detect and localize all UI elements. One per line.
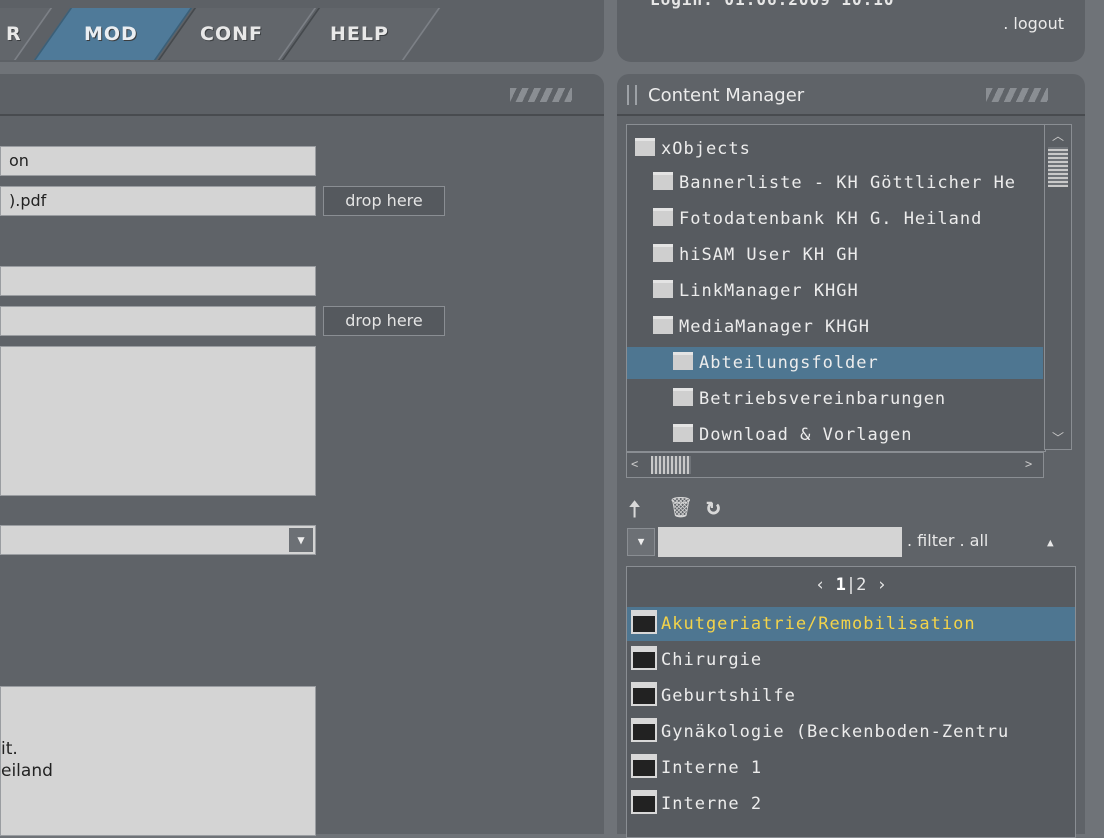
tree-item-selected[interactable]: Abteilungsfolder — [627, 347, 1043, 379]
upload-arrow-icon[interactable]: 🠅 — [628, 492, 641, 533]
textarea-2[interactable]: it. eiland — [0, 686, 316, 836]
cabinet-icon — [631, 790, 657, 814]
folder-icon — [653, 172, 673, 190]
tree-horizontal-scrollbar[interactable]: < > — [626, 452, 1044, 478]
textarea-1[interactable] — [0, 346, 316, 496]
list-item-selected[interactable]: Akutgeriatrie/Remobilisation — [627, 607, 1075, 641]
refresh-icon[interactable]: ↻ — [706, 492, 720, 520]
folder-icon — [673, 352, 693, 370]
filter-input[interactable] — [658, 527, 902, 557]
chevron-down-icon[interactable]: ▼ — [289, 528, 313, 552]
tree-item[interactable]: MediaManager KHGH — [653, 311, 1045, 343]
logout-link[interactable]: . logout — [1003, 14, 1064, 33]
folder-icon — [635, 138, 655, 156]
content-list: ‹ 1|2 › Akutgeriatrie/Remobilisation Chi… — [626, 566, 1076, 838]
tree-item[interactable]: Betriebsvereinbarungen — [673, 383, 1043, 415]
cabinet-icon — [631, 682, 657, 706]
drop-zone-1[interactable]: drop here — [323, 186, 445, 216]
trash-icon[interactable]: 🗑 — [668, 495, 693, 519]
scrollbar-thumb[interactable] — [651, 456, 691, 474]
text-field-1[interactable]: on — [0, 146, 316, 176]
folder-tree: xObjects Bannerliste - KH Göttlicher He … — [626, 124, 1046, 452]
list-item[interactable]: Geburtshilfe — [627, 679, 1075, 713]
tree-item[interactable]: Fotodatenbank KH G. Heiland — [653, 203, 1045, 235]
pager-next[interactable]: › — [877, 575, 887, 595]
drag-handle-icon[interactable] — [627, 85, 637, 105]
tab-help[interactable]: HELP — [330, 8, 389, 60]
folder-icon — [653, 316, 673, 334]
list-item[interactable]: Chirurgie — [627, 643, 1075, 677]
textarea-line-2: eiland — [1, 761, 53, 781]
dropdown-select[interactable]: ▼ — [0, 525, 316, 555]
folder-icon — [673, 424, 693, 442]
folder-icon — [653, 280, 673, 298]
list-item[interactable]: Interne 1 — [627, 751, 1075, 785]
tree-vertical-scrollbar[interactable]: ︿ ﹀ — [1044, 124, 1072, 450]
collapse-up-icon[interactable]: ▲ — [1047, 536, 1054, 549]
pager-page-2[interactable]: 2 — [856, 575, 866, 595]
tab-conf[interactable]: CONF — [200, 8, 263, 60]
file-field-2[interactable] — [0, 306, 316, 336]
scroll-up-icon[interactable]: ︿ — [1052, 127, 1064, 144]
textarea-line-1: it. — [1, 739, 18, 759]
tree-item-xobjects[interactable]: xObjects — [635, 133, 1035, 165]
folder-icon — [653, 208, 673, 226]
cabinet-icon — [631, 610, 657, 634]
list-item[interactable]: Interne 2 — [627, 787, 1075, 821]
folder-icon — [673, 388, 693, 406]
filter-links: . filter . all — [907, 531, 988, 550]
cabinet-icon — [631, 646, 657, 670]
panel-grip-stripes — [986, 88, 1048, 102]
all-link[interactable]: . all — [959, 531, 988, 550]
list-item[interactable]: Gynäkologie (Beckenboden-Zentru — [627, 715, 1075, 749]
tree-item[interactable]: hiSAM User KH GH — [653, 239, 1045, 271]
pager-separator: | — [845, 575, 857, 595]
tab-r[interactable]: R — [6, 8, 22, 60]
pager-prev[interactable]: ‹ — [815, 575, 825, 595]
folder-icon — [653, 244, 673, 262]
cabinet-icon — [631, 754, 657, 778]
drop-zone-2[interactable]: drop here — [323, 306, 445, 336]
scrollbar-thumb[interactable] — [1048, 147, 1068, 187]
scroll-left-icon[interactable]: < — [631, 457, 638, 471]
panel-grip-stripes — [510, 88, 572, 102]
file-field-1[interactable]: ).pdf — [0, 186, 316, 216]
tab-mod[interactable]: MOD — [84, 8, 138, 60]
scroll-right-icon[interactable]: > — [1025, 457, 1032, 471]
filter-link[interactable]: . filter — [907, 531, 954, 550]
pager-page-1[interactable]: 1 — [836, 575, 846, 595]
tree-item[interactable]: Bannerliste - KH Göttlicher He — [653, 167, 1045, 199]
scroll-down-icon[interactable]: ﹀ — [1052, 429, 1064, 446]
content-manager-title: Content Manager — [648, 85, 805, 106]
cabinet-icon — [631, 718, 657, 742]
tree-item[interactable]: LinkManager KHGH — [653, 275, 1045, 307]
pagination: ‹ 1|2 › — [627, 575, 1075, 595]
login-info: Login: 01.06.2009 10:10 — [650, 0, 895, 9]
filter-dropdown-icon[interactable]: ▼ — [627, 528, 655, 556]
text-field-2[interactable] — [0, 266, 316, 296]
tree-item[interactable]: Download & Vorlagen — [673, 419, 1043, 451]
